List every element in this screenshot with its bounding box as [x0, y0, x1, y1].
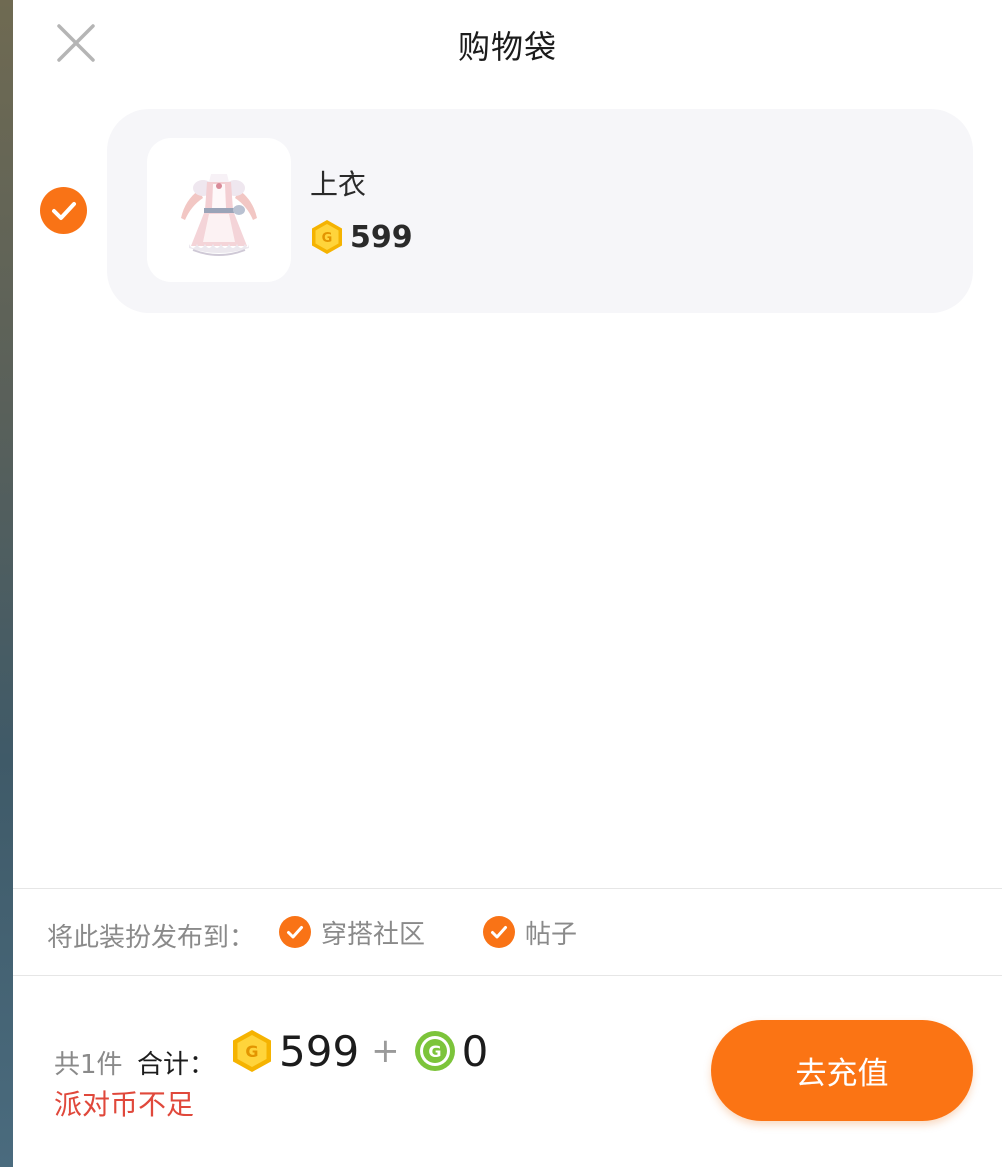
publish-options-row: 将此装扮发布到： 穿搭社区 帖子: [13, 889, 1002, 975]
check-icon: [491, 926, 507, 939]
svg-text:G: G: [322, 231, 333, 246]
publish-label: 将此装扮发布到：: [47, 923, 256, 953]
recharge-button[interactable]: 去充值: [711, 1020, 973, 1121]
svg-text:G: G: [428, 1042, 441, 1061]
green-coin-icon: G: [414, 1031, 455, 1071]
item-price: 599: [350, 219, 413, 255]
item-select-checkbox[interactable]: [40, 187, 87, 234]
publish-option-label: 帖子: [525, 919, 578, 950]
gold-coin-icon: G: [233, 1030, 271, 1072]
svg-text:G: G: [245, 1042, 258, 1061]
item-name: 上衣: [310, 168, 367, 201]
page-title: 购物袋: [457, 28, 557, 66]
green-total: 0: [461, 1026, 489, 1076]
gold-coin-icon: G: [312, 220, 342, 254]
insufficient-coins-warning: 派对币不足: [54, 1088, 195, 1121]
publish-option-label: 穿搭社区: [321, 919, 426, 950]
total-label: 合计：: [137, 1050, 216, 1080]
publish-option-post[interactable]: 帖子: [483, 915, 578, 950]
item-count: 共1件: [54, 1050, 123, 1080]
item-price-row: G 599: [310, 217, 413, 257]
gold-total: 599: [279, 1026, 360, 1076]
publish-option-outfit-community[interactable]: 穿搭社区: [279, 915, 426, 950]
background-strip: [0, 0, 14, 1167]
plus-sign: +: [371, 1031, 400, 1071]
check-icon: [52, 202, 76, 220]
item-thumbnail: [147, 138, 291, 282]
total-sum: G 599 + G 0: [231, 1026, 488, 1076]
dress-thumbnail-icon: [181, 174, 257, 256]
cart-item-card[interactable]: 上衣 G 599: [107, 109, 973, 313]
shopping-bag-sheet: 购物袋 上衣 G 599 将此装扮发布到： 穿搭社区 帖子 共1件 合计： G …: [13, 0, 1002, 1167]
divider-bottom: [13, 975, 1002, 976]
publish-post-checkbox[interactable]: [483, 916, 515, 948]
publish-outfit-community-checkbox[interactable]: [279, 916, 311, 948]
check-icon: [287, 926, 303, 939]
